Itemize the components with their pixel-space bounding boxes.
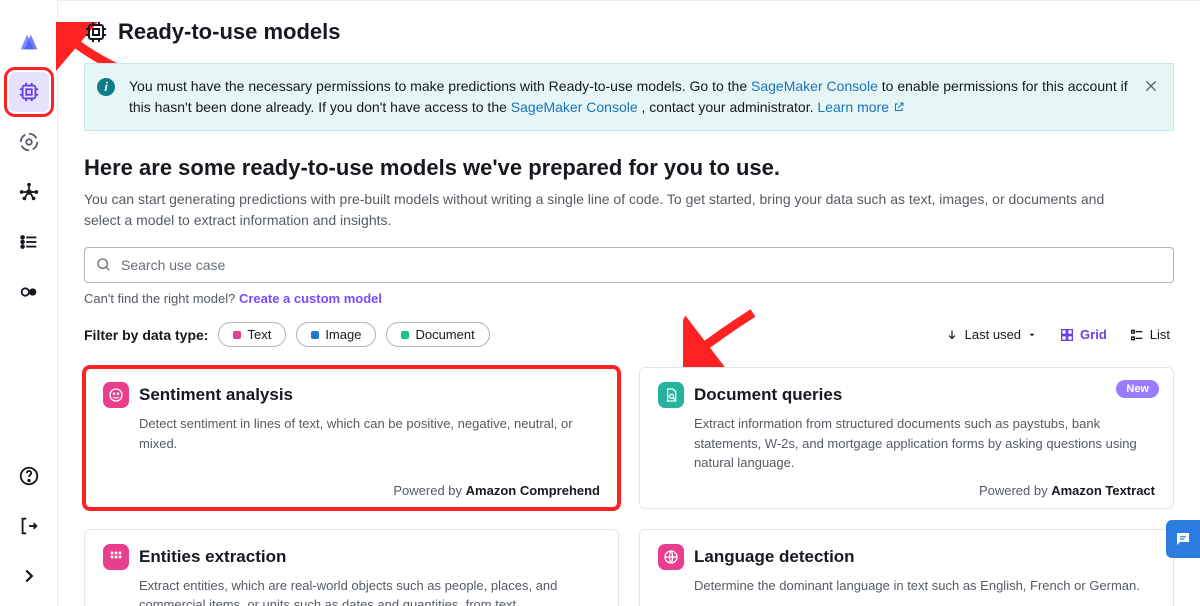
section-title: Here are some ready-to-use models we've … xyxy=(84,155,1174,181)
page-header: Ready-to-use models xyxy=(84,19,1174,45)
search-container xyxy=(84,247,1174,283)
card-title: Entities extraction xyxy=(139,547,286,567)
nav-ready-to-use-models[interactable] xyxy=(9,72,49,112)
sagemaker-console-link-2[interactable]: SageMaker Console xyxy=(511,99,638,115)
document-icon xyxy=(658,382,684,408)
card-sentiment-analysis[interactable]: Sentiment analysis Detect sentiment in l… xyxy=(84,367,619,509)
card-description: Detect sentiment in lines of text, which… xyxy=(103,414,600,473)
info-icon: i xyxy=(97,78,115,96)
card-document-queries[interactable]: New Document queries Extract information… xyxy=(639,367,1174,509)
nav-expand[interactable] xyxy=(9,556,49,596)
language-icon xyxy=(658,544,684,570)
nav-datasets[interactable] xyxy=(9,122,49,162)
card-title: Language detection xyxy=(694,547,855,567)
model-cards-grid: Sentiment analysis Detect sentiment in l… xyxy=(84,367,1174,606)
filter-chip-text[interactable]: Text xyxy=(218,322,286,347)
nav-help[interactable] xyxy=(9,456,49,496)
nav-toggle[interactable] xyxy=(9,272,49,312)
sidebar xyxy=(0,0,58,606)
card-footer: Powered by Amazon Textract xyxy=(658,483,1155,498)
nav-list[interactable] xyxy=(9,222,49,262)
view-list[interactable]: List xyxy=(1125,325,1174,345)
card-description: Determine the dominant language in text … xyxy=(658,576,1155,606)
permissions-banner: i You must have the necessary permission… xyxy=(84,63,1174,131)
banner-close-button[interactable] xyxy=(1143,78,1159,100)
card-title: Sentiment analysis xyxy=(139,385,293,405)
entities-icon xyxy=(103,544,129,570)
page-title: Ready-to-use models xyxy=(118,19,341,45)
card-language-detection[interactable]: Language detection Determine the dominan… xyxy=(639,529,1174,606)
main-content: Ready-to-use models i You must have the … xyxy=(58,0,1200,606)
card-description: Extract information from structured docu… xyxy=(658,414,1155,473)
nav-home[interactable] xyxy=(9,22,49,62)
learn-more-link[interactable]: Learn more xyxy=(817,99,904,115)
filter-label: Filter by data type: xyxy=(84,327,208,343)
nav-network[interactable] xyxy=(9,172,49,212)
card-title: Document queries xyxy=(694,385,842,405)
search-icon xyxy=(96,257,112,278)
cpu-icon xyxy=(84,20,108,44)
create-custom-model-link[interactable]: Create a custom model xyxy=(239,291,382,306)
card-description: Extract entities, which are real-world o… xyxy=(103,576,600,606)
section-subtitle: You can start generating predictions wit… xyxy=(84,189,1144,231)
search-input[interactable] xyxy=(84,247,1174,283)
custom-model-subline: Can't find the right model? Create a cus… xyxy=(84,291,1174,306)
filter-chip-document[interactable]: Document xyxy=(386,322,489,347)
card-footer: Powered by Amazon Comprehend xyxy=(103,483,600,498)
view-grid[interactable]: Grid xyxy=(1055,325,1111,345)
sentiment-icon xyxy=(103,382,129,408)
nav-logout[interactable] xyxy=(9,506,49,546)
sagemaker-console-link-1[interactable]: SageMaker Console xyxy=(751,78,878,94)
new-badge: New xyxy=(1116,380,1159,398)
filter-row: Filter by data type: Text Image Document… xyxy=(84,322,1174,347)
filter-chip-image[interactable]: Image xyxy=(296,322,376,347)
chat-fab[interactable] xyxy=(1166,520,1200,558)
sort-dropdown[interactable]: Last used xyxy=(945,327,1037,342)
card-entities-extraction[interactable]: Entities extraction Extract entities, wh… xyxy=(84,529,619,606)
